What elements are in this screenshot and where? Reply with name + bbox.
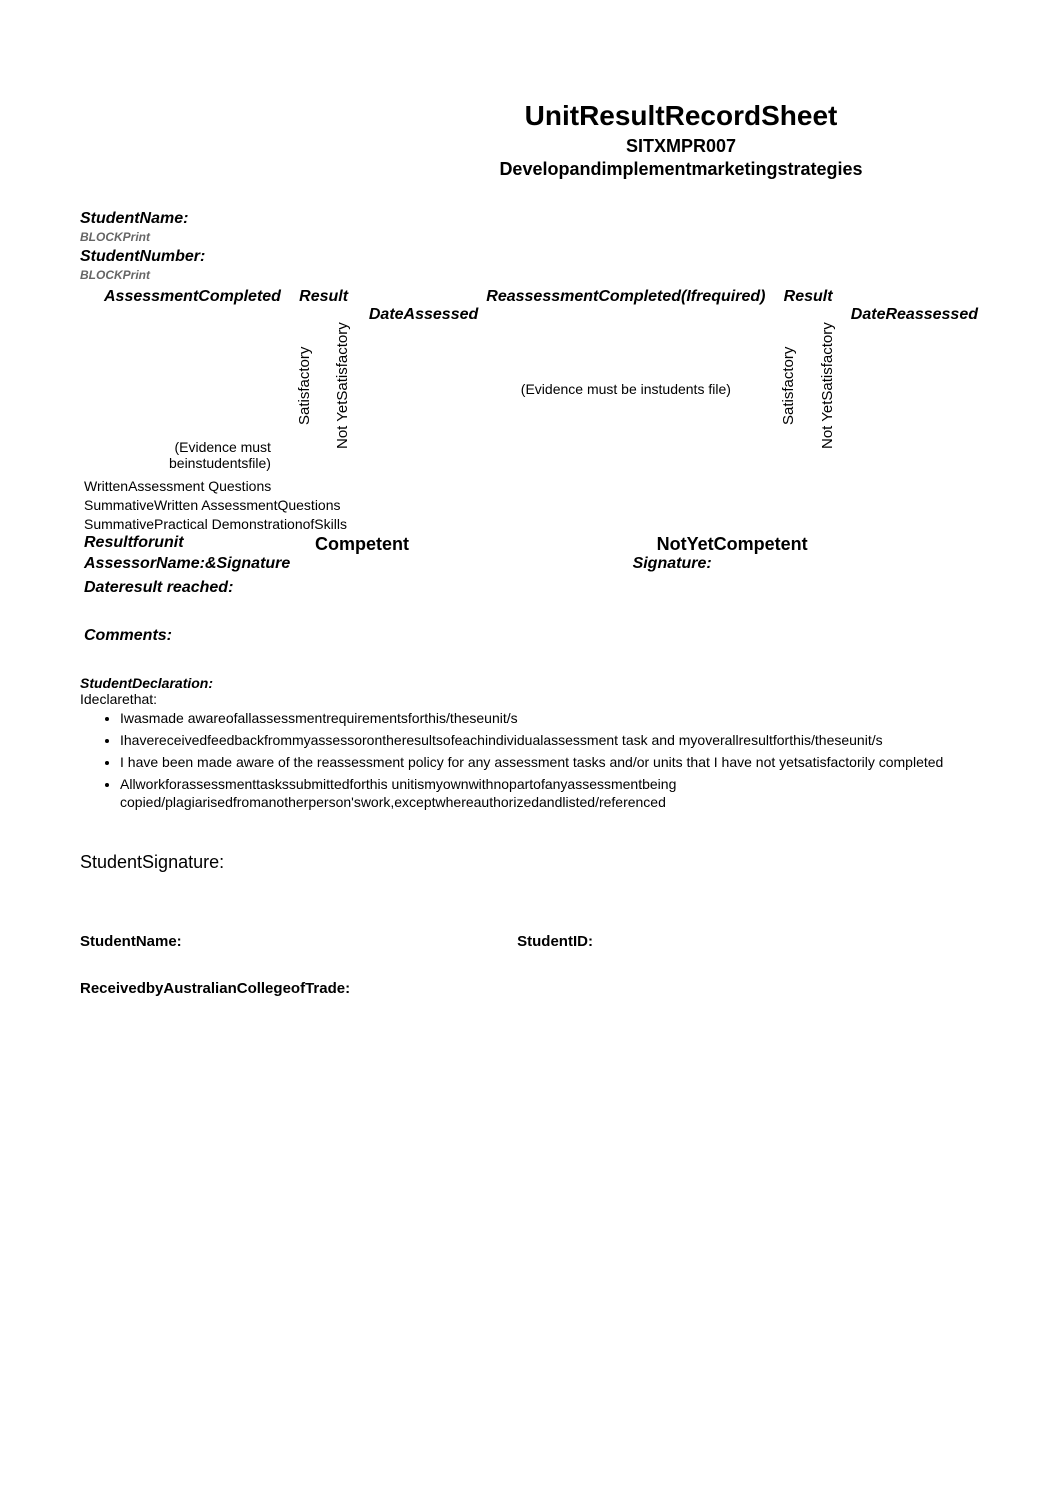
student-name-label: StudentName: (80, 210, 188, 227)
task-row: SummativeWritten AssessmentQuestions (84, 496, 978, 515)
task-list: WrittenAssessment Questions SummativeWri… (84, 477, 978, 534)
declaration-intro: Ideclarethat: (80, 691, 982, 707)
col-assessment-completed: AssessmentCompleted (84, 288, 281, 306)
student-signature-label: StudentSignature: (80, 852, 982, 873)
date-result-label: Dateresult reached: (84, 579, 233, 596)
nyc-label: NotYetCompetent (657, 534, 808, 554)
col-nys-1: Not YetSatisfactory (334, 306, 351, 466)
unit-code: SITXMPR007 (380, 136, 982, 157)
footer-row-1: StudentName: StudentID: (80, 933, 982, 950)
page-title: UnitResultRecordSheet (380, 100, 982, 132)
declaration-item: I have been made aware of the reassessme… (120, 753, 982, 771)
signature-label: Signature: (633, 555, 712, 572)
declaration-heading: StudentDeclaration: (80, 675, 982, 691)
result-for-unit-label: Resultforunit (84, 534, 184, 551)
student-number-hint: BLOCKPrint (80, 268, 982, 282)
declaration-item: Allworkforassessmenttaskssubmittedforthi… (120, 775, 982, 811)
col-result-1: Result (289, 288, 358, 306)
evidence-note-1: (Evidence must beinstudentsfile) (84, 439, 281, 471)
assessment-table: AssessmentCompleted Result ReassessmentC… (80, 288, 982, 645)
competent-label: Competent (315, 534, 409, 554)
col-date-assessed: DateAssessed (366, 306, 478, 324)
evidence-note-2: (Evidence must be instudents file) (486, 381, 765, 397)
unit-name: Developandimplementmarketingstrategies (380, 159, 982, 180)
footer-student-id: StudentID: (517, 933, 950, 950)
student-name-hint: BLOCKPrint (80, 230, 982, 244)
student-info: StudentName: BLOCKPrint StudentNumber: B… (80, 210, 982, 282)
page: UnitResultRecordSheet SITXMPR007 Develop… (0, 0, 1062, 1057)
assessor-name-label: AssessorName:&Signature (84, 555, 290, 572)
task-row: WrittenAssessment Questions (84, 477, 978, 496)
col-result-2: Result (773, 288, 842, 306)
declaration-item: Iwasmade awareofallassessmentrequirement… (120, 709, 982, 727)
col-nys-2: Not YetSatisfactory (819, 306, 836, 466)
col-reassessment-completed: ReassessmentCompleted(Ifrequired) (486, 288, 765, 306)
title-block: UnitResultRecordSheet SITXMPR007 Develop… (80, 100, 982, 180)
col-satisfactory-1: Satisfactory (296, 306, 313, 466)
task-row: SummativePractical DemonstrationofSkills (84, 515, 978, 534)
comments-label: Comments: (84, 627, 172, 644)
declaration-list: Iwasmade awareofallassessmentrequirement… (120, 709, 982, 812)
declaration-item: Ihavereceivedfeedbackfrommyassessoronthe… (120, 731, 982, 749)
footer-student-name: StudentName: (80, 933, 513, 950)
col-satisfactory-2: Satisfactory (780, 306, 797, 466)
col-date-reassessed: DateReassessed (851, 306, 978, 324)
footer-received-by: ReceivedbyAustralianCollegeofTrade: (80, 980, 982, 997)
student-number-label: StudentNumber: (80, 248, 205, 265)
